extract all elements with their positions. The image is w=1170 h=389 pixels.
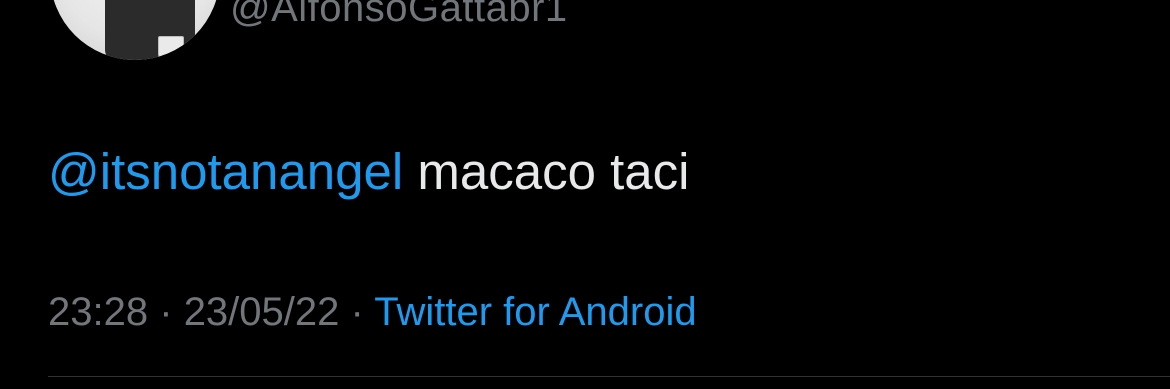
tweet-text: @itsnotanangel macaco taci: [48, 144, 689, 200]
mention-link[interactable]: @itsnotanangel: [48, 143, 403, 200]
divider: [48, 376, 1170, 377]
author-avatar[interactable]: [50, 0, 220, 60]
tweet-body-text: macaco taci: [417, 143, 690, 200]
meta-separator: ·: [159, 290, 173, 334]
tweet-date[interactable]: 23/05/22: [184, 290, 340, 334]
author-handle[interactable]: @AlfonsoGattabr1: [230, 0, 568, 31]
avatar-cup-shape: [158, 36, 184, 60]
tweet-source-link[interactable]: Twitter for Android: [374, 290, 696, 334]
meta-separator: ·: [350, 290, 364, 334]
tweet-time[interactable]: 23:28: [48, 290, 148, 334]
tweet-meta: 23:28 · 23/05/22 · Twitter for Android: [48, 289, 697, 335]
